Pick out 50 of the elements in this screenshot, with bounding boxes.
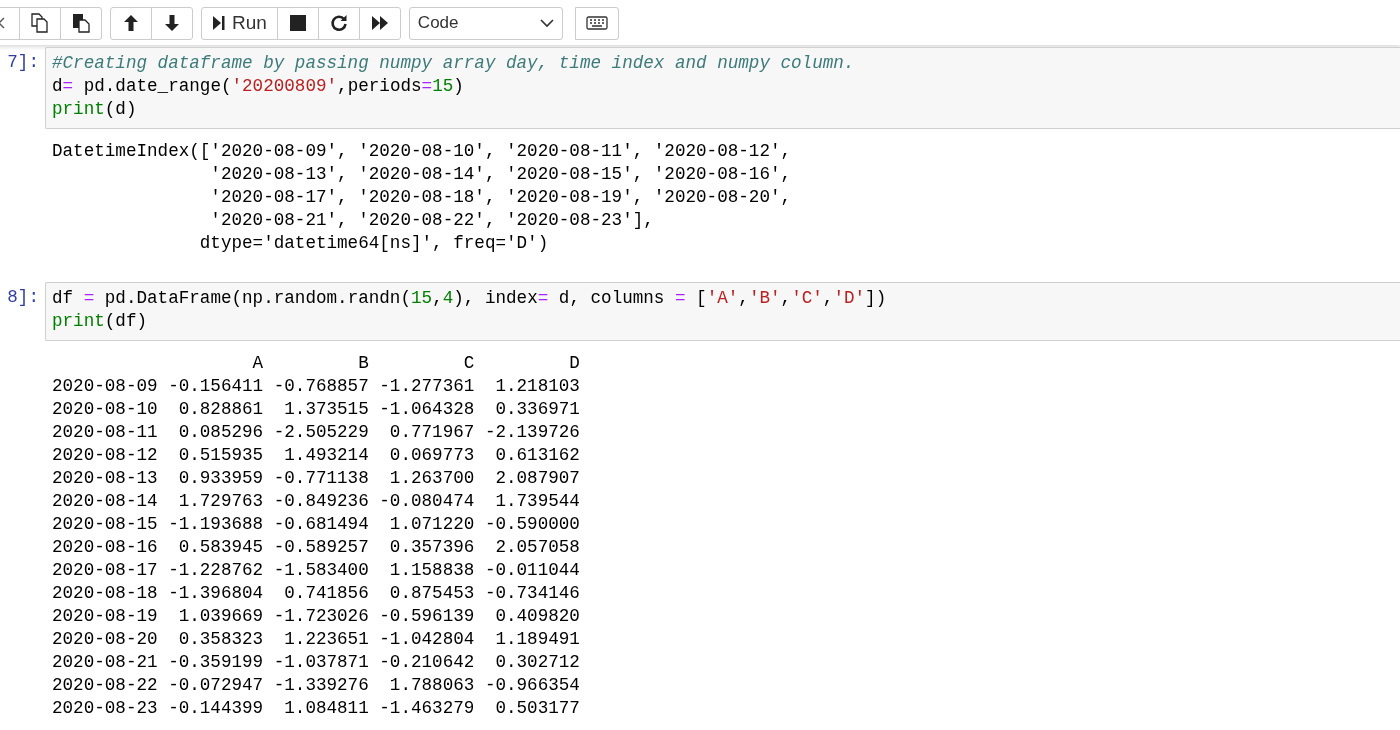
code-line: print(df)	[52, 310, 149, 333]
cell-prompt: 8]:	[6, 286, 40, 309]
output-line: 2020-08-21 -0.359199 -1.037871 -0.210642 0.302712	[52, 651, 581, 674]
cell-type-dropdown[interactable]: Code	[408, 6, 563, 40]
fast-forward-button[interactable]	[358, 6, 401, 40]
cell-prompt: 7]:	[6, 51, 40, 74]
keyboard-icon	[585, 16, 608, 30]
output-line: '2020-08-13', '2020-08-14', '2020-08-15', '2020-08-16',	[209, 163, 793, 186]
code-line: print(d)	[52, 98, 138, 121]
copy-icon	[31, 13, 49, 33]
run-button[interactable]: Run	[201, 6, 278, 40]
output-line: '2020-08-17', '2020-08-18', '2020-08-19', '2020-08-20',	[209, 186, 793, 209]
code-input-cell[interactable]: df = pd.DataFrame(np.random.randn(15,4), index= d, columns = ['A','B','C','D']) print(df)	[45, 282, 1400, 341]
code-line: df = pd.DataFrame(np.random.randn(15,4), index= d, columns = ['A','B','C','D'])	[52, 287, 888, 310]
output-line: '2020-08-21', '2020-08-22', '2020-08-23'],	[209, 209, 655, 232]
copy-button[interactable]	[19, 6, 61, 40]
output-line: 2020-08-13 0.933959 -0.771138 1.263700 2.087907	[52, 467, 581, 490]
chevron-down-icon	[539, 18, 554, 28]
down-arrow-icon	[164, 14, 180, 32]
output-line: 2020-08-17 -1.228762 -1.583400 1.158838 -0.011044	[52, 559, 581, 582]
stop-icon	[289, 15, 306, 31]
output-line: 2020-08-16 0.583945 -0.589257 0.357396 2.057058	[52, 536, 581, 559]
stop-button[interactable]	[276, 6, 319, 40]
fast-forward-icon	[370, 15, 389, 31]
output-line: A B C D	[251, 352, 581, 375]
output-line: DatetimeIndex(['2020-08-09', '2020-08-10', '2020-08-11', '2020-08-12',	[52, 140, 793, 163]
step-icon	[212, 15, 226, 31]
code-line: d= pd.date_range('20200809',periods=15)	[52, 75, 465, 98]
code-input-cell[interactable]: #Creating dataframe by passing numpy array day, time index and numpy column. d= pd.date_range('20200809',periods=15) print(d)	[45, 47, 1400, 129]
output-line: 2020-08-18 -1.396804 0.741856 0.875453 -0.734146	[52, 582, 581, 605]
up-arrow-icon	[123, 14, 139, 32]
output-line: 2020-08-12 0.515935 1.493214 0.069773 0.613162	[52, 444, 581, 467]
restart-icon	[329, 14, 348, 32]
output-line: dtype='datetime64[ns]', freq='D')	[198, 232, 550, 255]
code-line: #Creating dataframe by passing numpy array day, time index and numpy column.	[52, 52, 856, 75]
restart-button[interactable]	[317, 6, 360, 40]
output-line: 2020-08-10 0.828861 1.373515 -1.064328 0.336971	[52, 398, 581, 421]
paste-icon	[72, 13, 90, 33]
output-line: 2020-08-22 -0.072947 -1.339276 1.788063 -0.966354	[52, 674, 581, 697]
output-line: 2020-08-23 -0.144399 1.084811 -1.463279 0.503177	[52, 697, 581, 720]
output-line: 2020-08-19 1.039669 -1.723026 -0.596139 0.409820	[52, 605, 581, 628]
output-line: 2020-08-20 0.358323 1.223651 -1.042804 1.189491	[52, 628, 581, 651]
down-button[interactable]	[151, 6, 193, 40]
keyboard-button[interactable]	[574, 6, 619, 40]
paste-button[interactable]	[60, 6, 102, 40]
output-line: 2020-08-15 -1.193688 -0.681494 1.071220 -0.590000	[52, 513, 581, 536]
output-line: 2020-08-11 0.085296 -2.505229 0.771967 -2.139726	[52, 421, 581, 444]
output-line: 2020-08-09 -0.156411 -0.768857 -1.277361 1.218103	[52, 375, 581, 398]
up-button[interactable]	[110, 6, 152, 40]
output-line: 2020-08-14 1.729763 -0.849236 -0.080474 1.739544	[52, 490, 581, 513]
